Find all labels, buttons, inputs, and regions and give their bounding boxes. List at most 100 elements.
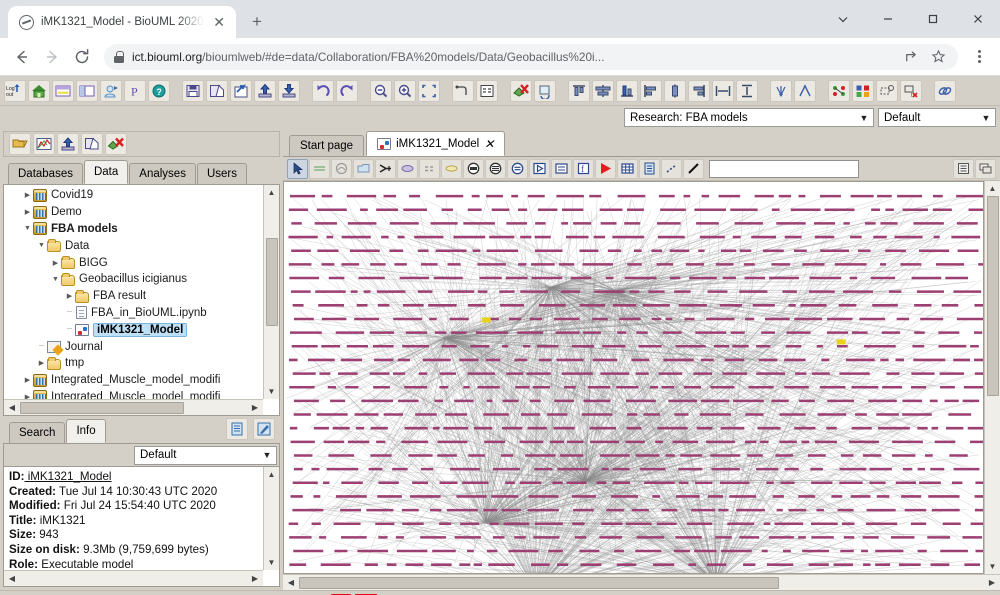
dashed-node-icon[interactable] [419, 158, 440, 179]
help-icon[interactable]: ? [148, 79, 170, 102]
export-icon[interactable] [254, 79, 276, 102]
tree-item[interactable]: ▶ tmp [4, 355, 263, 372]
play-node-icon[interactable] [529, 158, 550, 179]
scroll-right-arrow[interactable]: ▶ [247, 571, 263, 586]
upload-icon[interactable] [57, 133, 79, 155]
chevron-right-icon[interactable]: ▶ [22, 376, 33, 384]
layout-edges-icon[interactable] [794, 79, 816, 102]
chevron-down-icon[interactable]: ▼ [36, 242, 47, 249]
close-window-button[interactable] [955, 0, 1000, 38]
merge-nodes-icon[interactable] [828, 79, 850, 102]
chevron-right-icon[interactable]: ▶ [22, 208, 33, 216]
reaction-tool-icon[interactable] [331, 158, 352, 179]
address-bar[interactable]: ict.biouml.org/bioumlweb/#de=data/Collab… [104, 43, 958, 70]
rna-node-icon[interactable] [485, 158, 506, 179]
diagram-canvas[interactable] [283, 181, 984, 574]
scroll-up-arrow[interactable]: ▲ [264, 467, 280, 482]
save-icon[interactable] [182, 79, 204, 102]
browser-tab[interactable]: iMK1321_Model - BioUML 2020.4 ✕ [8, 6, 236, 38]
diagram-search-input[interactable] [709, 159, 859, 178]
download-icon[interactable] [278, 79, 300, 102]
scroll-right-arrow[interactable]: ▶ [984, 575, 1000, 590]
p-icon[interactable]: P [124, 79, 146, 102]
three-dots-menu-icon[interactable] [966, 49, 992, 64]
split-nodes-icon[interactable] [852, 79, 874, 102]
undo-icon[interactable] [312, 79, 334, 102]
tree-item[interactable]: ─ FBA_in_BioUML.ipynb [4, 305, 263, 322]
chevron-right-icon[interactable]: ▶ [22, 191, 33, 199]
scroll-down-arrow[interactable]: ▼ [985, 559, 1000, 574]
redo-icon[interactable] [336, 79, 358, 102]
scroll-left-arrow[interactable]: ◀ [4, 571, 20, 586]
open-icon[interactable] [9, 133, 31, 155]
tree-item[interactable]: ─ Journal [4, 338, 263, 355]
share-icon[interactable] [900, 47, 920, 67]
scrollbar-thumb[interactable] [299, 576, 779, 589]
zoom-in-icon[interactable] [394, 79, 416, 102]
home-icon[interactable] [28, 79, 50, 102]
tab-databases[interactable]: Databases [8, 163, 83, 184]
chevron-right-icon[interactable]: ▶ [36, 359, 47, 367]
tab-users[interactable]: Users [196, 163, 247, 184]
align-right-icon[interactable] [688, 79, 710, 102]
scroll-left-arrow[interactable]: ◀ [283, 575, 299, 590]
info-vertical-scrollbar[interactable]: ▲ ▼ [263, 467, 279, 570]
info-field-value[interactable]: iMK1321_Model [24, 470, 112, 483]
distribute-vertical-icon[interactable] [736, 79, 758, 102]
function-node-icon[interactable]: f [573, 158, 594, 179]
list-view-icon[interactable] [953, 158, 974, 179]
arrow-tool-icon[interactable] [375, 158, 396, 179]
tab-start-page[interactable]: Start page [289, 135, 365, 156]
run-icon[interactable] [595, 158, 616, 179]
align-bottom-icon[interactable] [616, 79, 638, 102]
ellipse-node-icon[interactable] [397, 158, 418, 179]
forward-button[interactable] [38, 43, 66, 71]
data-tree[interactable]: ▶ Covid19 ▶ Demo ▼ FBA models ▼ Data ▶ BIGG ▼ Geoba… [4, 185, 263, 399]
tab-analyses[interactable]: Analyses [129, 163, 196, 184]
edge-style-icon[interactable] [452, 79, 474, 102]
align-top-icon[interactable] [568, 79, 590, 102]
logout-icon[interactable]: Log out [4, 79, 26, 102]
remove-element-icon[interactable]: t [900, 79, 922, 102]
align-middle-icon[interactable] [592, 79, 614, 102]
refresh-diagram-icon[interactable] [534, 79, 556, 102]
compartment-tool-icon[interactable] [353, 158, 374, 179]
minimize-button[interactable] [865, 0, 910, 38]
equal-node-icon[interactable] [507, 158, 528, 179]
tab-imk1321-model[interactable]: iMK1321_Model ✕ [366, 131, 506, 156]
tree-item[interactable]: ▶ Integrated_Muscle_model_modifi [4, 389, 263, 399]
canvas-vertical-scrollbar[interactable]: ▲ ▼ [984, 181, 1000, 574]
chevron-right-icon[interactable]: ▶ [50, 259, 61, 267]
remove-icon[interactable] [510, 79, 532, 102]
scroll-up-arrow[interactable]: ▲ [264, 185, 280, 200]
properties-icon[interactable] [476, 79, 498, 102]
reload-button[interactable] [68, 43, 96, 71]
layers-icon[interactable] [975, 158, 996, 179]
add-element-icon[interactable] [876, 79, 898, 102]
maximize-button[interactable] [910, 0, 955, 38]
link-icon[interactable] [934, 79, 956, 102]
oval-node-icon[interactable] [441, 158, 462, 179]
canvas-horizontal-scrollbar[interactable]: ◀ ▶ [283, 574, 1000, 590]
scroll-down-arrow[interactable]: ▼ [264, 555, 280, 570]
scrollbar-thumb[interactable] [20, 401, 184, 414]
table-icon[interactable] [617, 158, 638, 179]
solid-line-icon[interactable] [683, 158, 704, 179]
distribute-horizontal-icon[interactable] [712, 79, 734, 102]
edit-icon[interactable] [253, 418, 275, 440]
notes-icon[interactable] [639, 158, 660, 179]
close-icon[interactable]: ✕ [484, 137, 494, 151]
tree-item[interactable]: ▼ Geobacillus icigianus [4, 271, 263, 288]
scroll-up-arrow[interactable]: ▲ [985, 181, 1000, 196]
chart-icon[interactable] [33, 133, 55, 155]
tree-vertical-scrollbar[interactable]: ▲ ▼ [263, 185, 279, 399]
delete-icon[interactable] [105, 133, 127, 155]
tab-info[interactable]: Info [66, 419, 106, 443]
dna-node-icon[interactable] [463, 158, 484, 179]
tree-item[interactable]: ─ iMK1321_Model [4, 321, 263, 338]
scrollbar-thumb[interactable] [265, 238, 278, 326]
tree-item[interactable]: ▶ Covid19 [4, 187, 263, 204]
user-icon[interactable] [100, 79, 122, 102]
star-icon[interactable] [928, 47, 948, 67]
tree-item[interactable]: ▶ Demo [4, 204, 263, 221]
